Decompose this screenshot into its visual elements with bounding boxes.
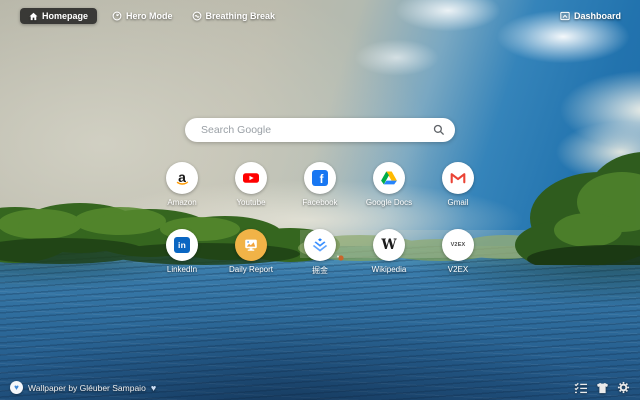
amazon-icon: a xyxy=(173,169,191,187)
breathing-break-label: Breathing Break xyxy=(205,11,276,21)
wallpaper-credit-text: Wallpaper by Gléuber Sampaio xyxy=(28,382,146,393)
shortcut-label: Wikipedia xyxy=(371,265,407,274)
v2ex-icon: V2EX xyxy=(450,242,466,248)
youtube-icon xyxy=(243,173,259,183)
heart-badge-icon[interactable]: ♥ xyxy=(10,381,23,394)
facebook-icon: f xyxy=(312,170,328,186)
shortcut-v2ex[interactable]: V2EX V2EX xyxy=(428,229,488,276)
shortcut-facebook[interactable]: f Facebook xyxy=(290,162,350,207)
juejin-icon xyxy=(312,238,328,252)
wikipedia-icon: W xyxy=(381,237,397,253)
footer-bar: ♥ Wallpaper by Gléuber Sampaio ♥ xyxy=(10,381,630,394)
home-icon xyxy=(29,12,38,20)
shortcut-google-docs[interactable]: Google Docs xyxy=(359,162,419,207)
top-toolbar: Homepage Hero Mode Breathing Break Dashb… xyxy=(20,8,625,24)
daily-report-icon xyxy=(245,239,257,251)
shortcut-label: Amazon xyxy=(167,198,197,207)
shortcut-label: Google Docs xyxy=(365,198,413,207)
shortcut-label: Daily Report xyxy=(228,265,273,274)
gmail-icon xyxy=(450,173,466,184)
shortcut-daily-report[interactable]: Daily Report xyxy=(221,229,281,276)
linkedin-icon: in xyxy=(174,237,190,253)
breathing-break-button[interactable]: Breathing Break xyxy=(188,8,280,24)
dashboard-label: Dashboard xyxy=(573,11,621,21)
heart-icon: ♥ xyxy=(150,382,157,393)
search-bar xyxy=(185,118,455,142)
theme-tshirt-icon[interactable] xyxy=(596,382,609,394)
shortcut-linkedin[interactable]: in LinkedIn xyxy=(152,229,212,276)
google-drive-icon xyxy=(381,171,397,185)
new-tab-page: Homepage Hero Mode Breathing Break Dashb… xyxy=(0,0,640,400)
shortcut-row-2: in LinkedIn Daily Report 掘金 W Wikipedia … xyxy=(0,229,640,276)
shortcut-juejin[interactable]: 掘金 xyxy=(290,229,350,276)
shortcut-label: Youtube xyxy=(236,198,266,207)
search-icon[interactable] xyxy=(433,124,445,136)
shortcut-row-1: a Amazon Youtube f Facebook Google Docs … xyxy=(0,162,640,207)
todo-list-icon[interactable] xyxy=(574,382,588,394)
hero-mode-icon xyxy=(112,11,122,21)
dashboard-button[interactable]: Dashboard xyxy=(556,8,625,24)
shortcut-amazon[interactable]: a Amazon xyxy=(152,162,212,207)
hero-mode-button[interactable]: Hero Mode xyxy=(108,8,177,24)
shortcut-wikipedia[interactable]: W Wikipedia xyxy=(359,229,419,276)
settings-gear-icon[interactable] xyxy=(617,381,630,394)
shortcut-gmail[interactable]: Gmail xyxy=(428,162,488,207)
wallpaper-credit: ♥ Wallpaper by Gléuber Sampaio ♥ xyxy=(10,381,156,394)
shortcut-youtube[interactable]: Youtube xyxy=(221,162,281,207)
dashboard-icon xyxy=(560,11,570,21)
shortcut-label: Facebook xyxy=(302,198,338,207)
shortcut-label: LinkedIn xyxy=(166,265,198,274)
search-input[interactable] xyxy=(199,123,433,137)
homepage-button[interactable]: Homepage xyxy=(20,8,98,24)
footer-icons xyxy=(574,381,630,394)
hero-mode-label: Hero Mode xyxy=(126,11,173,21)
shortcut-label: 掘金 xyxy=(312,266,328,275)
homepage-label: Homepage xyxy=(42,11,89,21)
shortcut-label: Gmail xyxy=(447,198,469,207)
shortcut-label: V2EX xyxy=(447,265,469,274)
breathing-break-icon xyxy=(192,11,201,21)
